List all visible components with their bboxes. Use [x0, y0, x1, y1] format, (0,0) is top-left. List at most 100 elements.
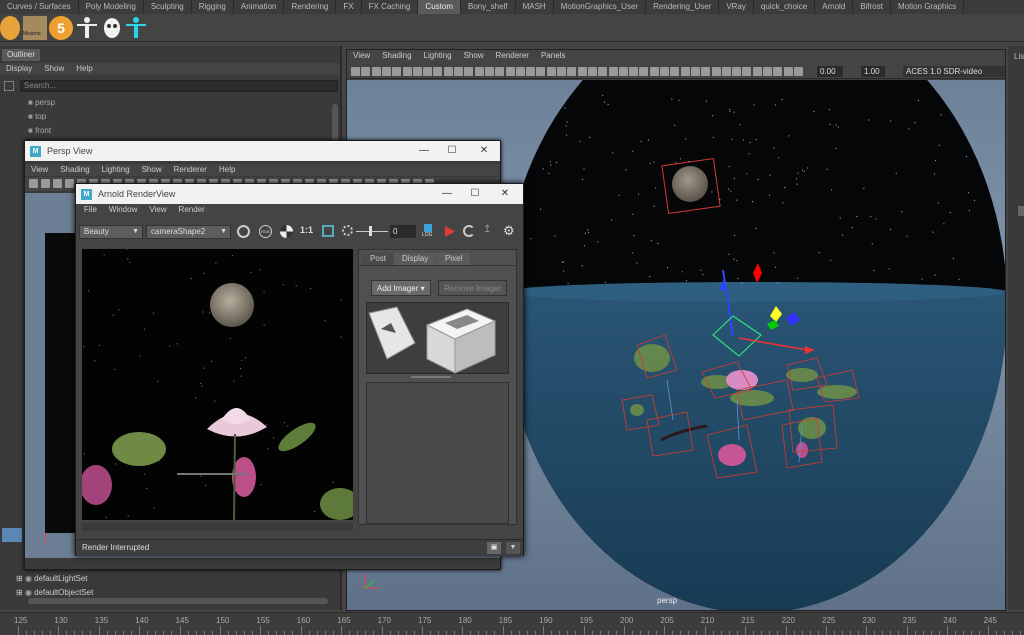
viewport-tool-icon[interactable]: [505, 67, 515, 76]
viewport-tool-icon[interactable]: [587, 67, 597, 76]
aov-select[interactable]: Beauty ▼: [79, 225, 143, 239]
viewport-tool-icon[interactable]: [567, 67, 577, 76]
t-pose-cyan-icon[interactable]: [124, 16, 148, 40]
viewport-tool-icon[interactable]: [732, 67, 742, 76]
viewport-tool-icon[interactable]: [546, 67, 556, 76]
outliner-item-default-light-set[interactable]: ⊞ ◉ defaultLightSet: [16, 573, 88, 585]
viewport-menu-panels[interactable]: Panels: [535, 50, 571, 64]
viewport-tool-icon[interactable]: [443, 67, 453, 76]
renderview-maximize-button[interactable]: ☐: [461, 184, 489, 204]
viewport-tool-icon[interactable]: [526, 67, 536, 76]
viewport-tool-icon[interactable]: [660, 67, 669, 76]
shelf-tab[interactable]: Bony_shelf: [461, 0, 516, 14]
snapshot-camera-icon[interactable]: ▣: [487, 542, 501, 554]
t-pose-icon[interactable]: [75, 16, 99, 40]
right-panel-tab[interactable]: Lis: [1014, 52, 1024, 61]
viewport-tool-icon[interactable]: [608, 67, 618, 76]
viewport-tool-icon[interactable]: [392, 67, 402, 76]
persp-tool-icon[interactable]: [65, 179, 74, 188]
viewport-tool-icon[interactable]: [423, 67, 433, 76]
persp-tool-icon[interactable]: [29, 179, 38, 188]
region-icon[interactable]: [237, 225, 250, 238]
close-button[interactable]: ✕: [470, 141, 498, 161]
settings-gear-icon[interactable]: ⚙: [503, 223, 515, 239]
shelf-tab[interactable]: Rigging: [192, 0, 234, 14]
camera-select[interactable]: cameraShape2 ▼: [146, 225, 231, 239]
viewport-tool-icon[interactable]: [639, 67, 649, 76]
viewport-tool-icon[interactable]: [690, 67, 700, 76]
viewport-tool-icon[interactable]: [701, 67, 711, 76]
tab-pixel[interactable]: Pixel: [437, 253, 471, 265]
viewport-tool-icon[interactable]: [742, 67, 752, 76]
gamma-field[interactable]: 1.00: [861, 66, 885, 77]
color-space-select[interactable]: ACES 1.0 SDR-video (sRGB): [903, 66, 1005, 77]
shelf-tab[interactable]: Arnold: [815, 0, 854, 14]
viewport-tool-icon[interactable]: [402, 67, 412, 76]
shelf-tab[interactable]: Animation: [234, 0, 285, 14]
persp-menu-renderer[interactable]: Renderer: [168, 164, 213, 176]
shelf-tab[interactable]: Motion Graphics: [891, 0, 965, 14]
persp-menu-shading[interactable]: Shading: [54, 164, 95, 176]
shelf-tab[interactable]: MotionGraphics_User: [554, 0, 647, 14]
renderview-menu-file[interactable]: File: [78, 204, 103, 218]
viewport-tool-icon[interactable]: [752, 67, 762, 76]
viewport-tool-icon[interactable]: [484, 67, 494, 76]
exposure-icon[interactable]: [342, 225, 353, 236]
persp-tool-icon[interactable]: [53, 179, 62, 188]
outliner-menu-show[interactable]: Show: [38, 63, 70, 75]
exposure-slider[interactable]: [356, 231, 388, 232]
viewport-tool-icon[interactable]: [454, 67, 463, 76]
render-image-scrollbar[interactable]: [82, 523, 353, 531]
mask-icon[interactable]: [100, 16, 124, 40]
viewport-tool-icon[interactable]: [670, 67, 680, 76]
outliner-search-input[interactable]: Search...: [20, 80, 338, 92]
renderview-close-button[interactable]: ✕: [491, 184, 519, 204]
viewport-tool-icon[interactable]: [412, 67, 422, 76]
viewport-tool-icon[interactable]: [618, 67, 628, 76]
viewport-tool-icon[interactable]: [351, 67, 360, 76]
shelf-tab[interactable]: Bifrost: [853, 0, 891, 14]
maximize-button[interactable]: ☐: [438, 141, 466, 161]
persp-tool-icon[interactable]: [41, 179, 50, 188]
shelf-tab[interactable]: Custom: [418, 0, 461, 14]
viewport-tool-icon[interactable]: [495, 67, 505, 76]
viewport-tool-icon[interactable]: [464, 67, 474, 76]
viewport-menu-renderer[interactable]: Renderer: [490, 50, 535, 64]
shelf-tab[interactable]: FX Caching: [362, 0, 419, 14]
viewport-tool-icon[interactable]: [557, 67, 566, 76]
viewport-tool-icon[interactable]: [680, 67, 690, 76]
viewport-tool-icon[interactable]: [721, 67, 731, 76]
renderview-menu-window[interactable]: Window: [103, 204, 143, 218]
exposure-field[interactable]: 0.00: [817, 66, 843, 77]
ipr-icon[interactable]: ↥: [483, 224, 495, 238]
outliner-item-persp[interactable]: ■ persp: [28, 97, 55, 109]
render-image[interactable]: [82, 249, 353, 520]
refresh-icon[interactable]: [463, 225, 475, 237]
shelf-tab[interactable]: MASH: [516, 0, 554, 14]
tab-display[interactable]: Display: [394, 253, 437, 265]
shelf-tab[interactable]: Rendering: [284, 0, 337, 14]
select-icon[interactable]: [4, 81, 14, 91]
viewport-tool-icon[interactable]: [433, 67, 443, 76]
viewport-tool-icon[interactable]: [773, 67, 783, 76]
shelf-tab[interactable]: FX: [336, 0, 362, 14]
persp-menu-lighting[interactable]: Lighting: [96, 164, 136, 176]
viewport-menu-shading[interactable]: Shading: [376, 50, 417, 64]
viewport-tool-icon[interactable]: [536, 67, 546, 76]
viewport-tool-icon[interactable]: [474, 67, 484, 76]
viewport-tool-icon[interactable]: [763, 67, 772, 76]
crop-icon[interactable]: [322, 225, 334, 237]
timeline-ruler[interactable]: 125 130 135 140 145 150 155 160 165 170 175 180 185 1…: [0, 612, 1024, 635]
viewport-tool-icon[interactable]: [515, 67, 525, 76]
renderview-menu-render[interactable]: Render: [173, 204, 211, 218]
viewport-menu-view[interactable]: View: [347, 50, 376, 64]
tab-post[interactable]: Post: [362, 253, 395, 265]
viewport-tool-icon[interactable]: [598, 67, 608, 76]
viewport-tool-icon[interactable]: [629, 67, 639, 76]
shelf-tab[interactable]: Curves / Surfaces: [0, 0, 79, 14]
ratio-button[interactable]: 1:1: [300, 225, 313, 235]
outliner-horizontal-scrollbar[interactable]: [28, 598, 328, 604]
texture-icon[interactable]: Mixamo: [23, 16, 47, 40]
viewport-menu-lighting[interactable]: Lighting: [418, 50, 458, 64]
arnold-renderview-window[interactable]: M Arnold RenderView — ☐ ✕ File Window Vi…: [75, 183, 524, 556]
